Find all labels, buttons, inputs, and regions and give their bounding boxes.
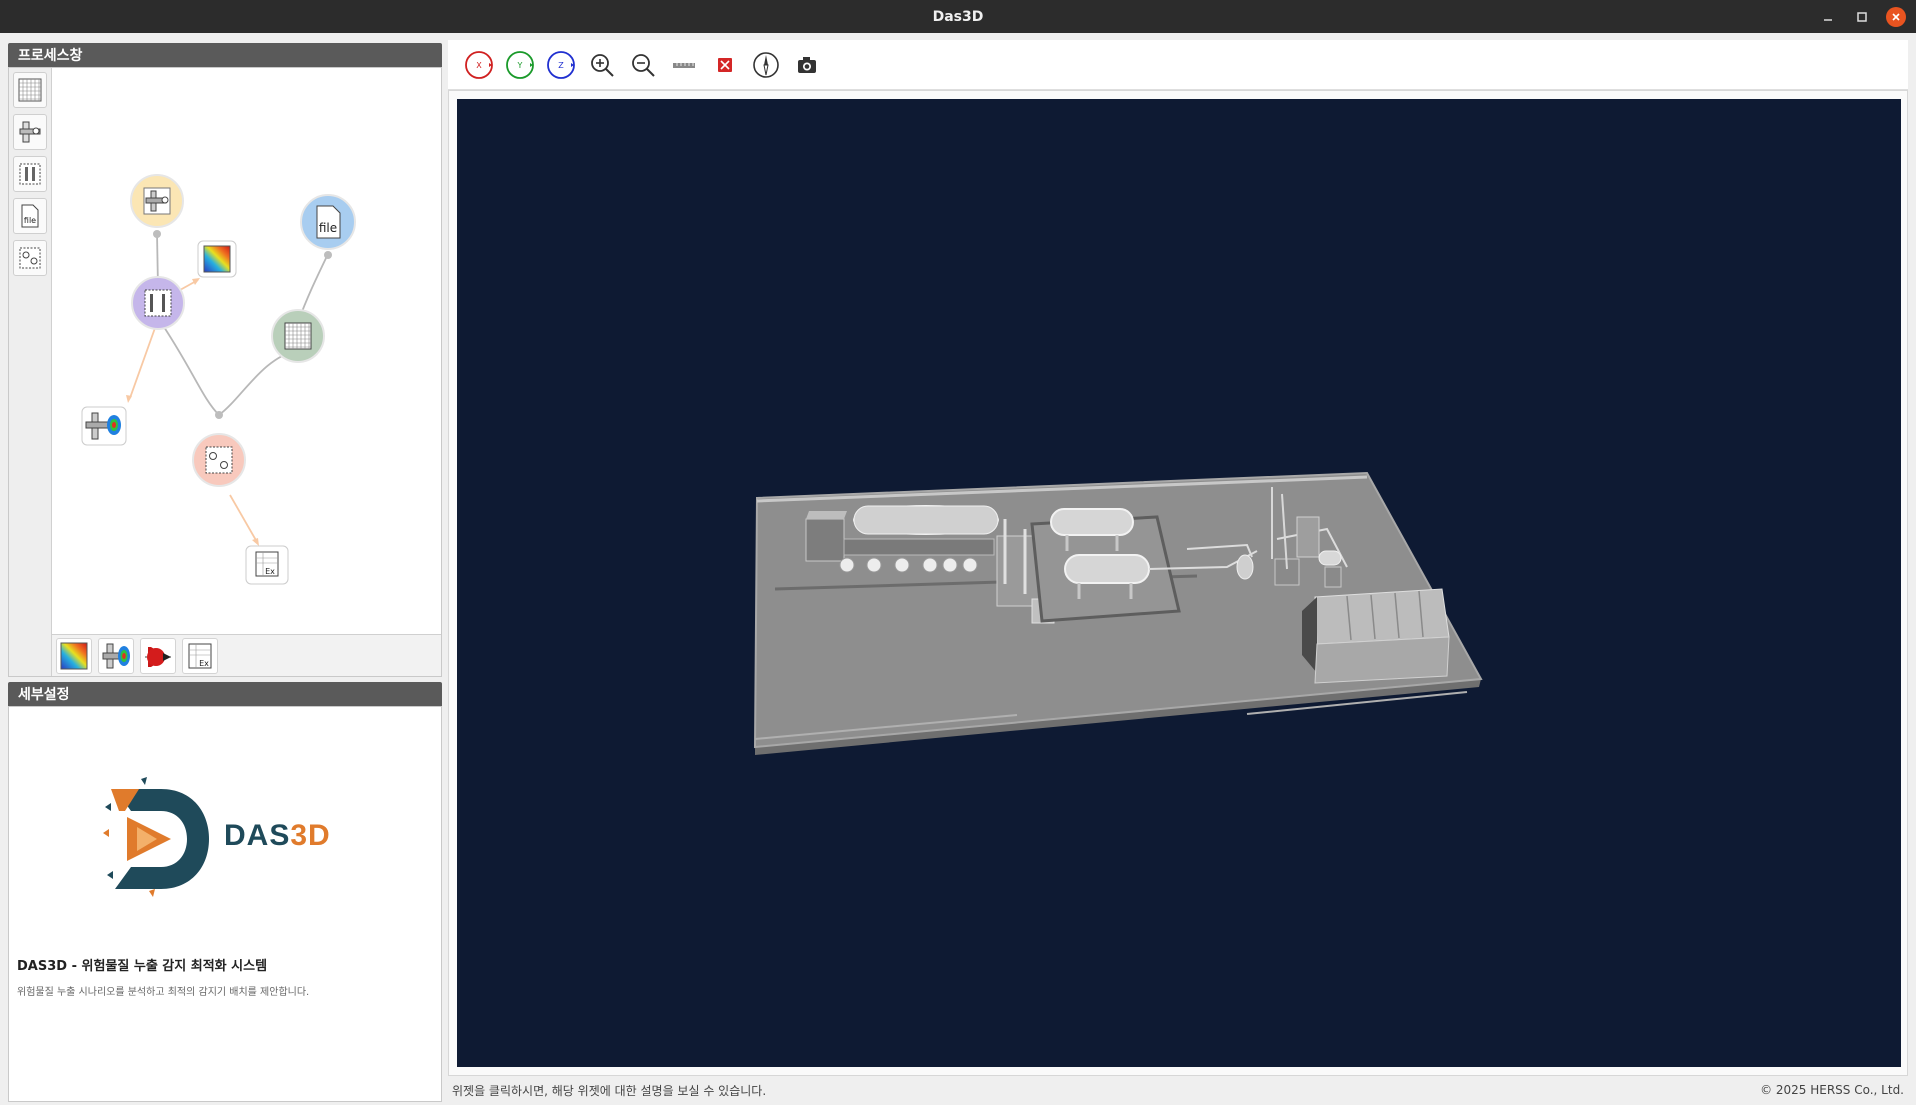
zoom-out-button[interactable] bbox=[626, 48, 660, 82]
maximize-button[interactable] bbox=[1852, 7, 1872, 27]
edge-frame-spectrum bbox=[129, 327, 156, 399]
node-heatmap[interactable] bbox=[197, 240, 237, 278]
copyright-text: © 2025 HERSS Co., Ltd. bbox=[1760, 1083, 1904, 1097]
edge-layout-excel bbox=[229, 494, 258, 543]
logo-text-das: DAS bbox=[224, 819, 291, 852]
node-file[interactable]: file bbox=[300, 194, 356, 250]
node-grid[interactable] bbox=[271, 309, 325, 363]
z-axis-button[interactable]: Z bbox=[544, 48, 578, 82]
detail-panel-title: 세부설정 bbox=[18, 687, 70, 703]
detail-panel-header: 세부설정 bbox=[8, 682, 442, 706]
plant-model bbox=[753, 471, 1483, 755]
node-spectrum[interactable] bbox=[81, 406, 127, 446]
minimize-icon bbox=[1824, 18, 1832, 21]
title-bar: Das3D bbox=[0, 0, 1916, 33]
y-axis-icon: Y bbox=[506, 50, 534, 79]
node-frame[interactable] bbox=[131, 276, 185, 330]
process-graph: file Ex bbox=[81, 174, 356, 585]
svg-text:Ex: Ex bbox=[199, 659, 209, 668]
minimize-button[interactable] bbox=[1818, 7, 1838, 27]
app-description-title: DAS3D - 위험물질 누출 감지 최적화 시스템 bbox=[17, 959, 268, 974]
droplet-icon bbox=[145, 646, 171, 667]
grid-icon bbox=[18, 78, 42, 102]
status-hint: 위젯을 클릭하시면, 해당 위젯에 대한 설명을 보실 수 있습니다. bbox=[452, 1083, 767, 1098]
clear-icon bbox=[718, 57, 732, 72]
svg-text:Z: Z bbox=[558, 61, 564, 70]
x-axis-icon: X bbox=[465, 50, 493, 79]
window-controls bbox=[1818, 0, 1906, 33]
process-canvas[interactable]: file Ex bbox=[52, 68, 441, 634]
file-tool-button[interactable]: file bbox=[13, 198, 47, 234]
pipe-tool-button[interactable] bbox=[13, 114, 47, 150]
svg-text:Ex: Ex bbox=[265, 567, 275, 576]
close-icon bbox=[1892, 12, 1900, 21]
z-axis-icon: Z bbox=[547, 50, 575, 79]
camera-button[interactable] bbox=[790, 48, 824, 82]
excel-icon: Ex bbox=[188, 643, 212, 668]
pipe-valve-icon bbox=[19, 121, 41, 143]
palette-droplet-button[interactable] bbox=[140, 637, 176, 674]
tool-column: file bbox=[9, 68, 52, 676]
node-palette: Ex bbox=[52, 634, 441, 676]
app-description-text: 위험물질 누출 시나리오를 분석하고 최적의 감지기 배치를 제안합니다. bbox=[17, 987, 310, 998]
clear-button[interactable] bbox=[708, 48, 742, 82]
palette-spectrum-button[interactable] bbox=[98, 637, 134, 674]
view-toolbar: X Y Z bbox=[448, 40, 1908, 90]
node-pipe[interactable] bbox=[130, 174, 184, 228]
close-button[interactable] bbox=[1886, 6, 1906, 27]
heatmap-icon bbox=[60, 642, 88, 669]
status-bar: 위젯을 클릭하시면, 해당 위젯에 대한 설명을 보실 수 있습니다. © 20… bbox=[448, 1078, 1908, 1102]
process-panel-title: 프로세스창 bbox=[18, 48, 83, 64]
zoom-in-button[interactable] bbox=[585, 48, 619, 82]
palette-excel-button[interactable]: Ex bbox=[182, 637, 218, 674]
svg-text:Y: Y bbox=[517, 61, 523, 70]
svg-text:file: file bbox=[24, 216, 36, 225]
camera-icon bbox=[798, 56, 816, 73]
logo-wordmark: DAS3D bbox=[224, 819, 331, 853]
layout-tool-button[interactable] bbox=[13, 240, 47, 276]
maximize-icon bbox=[1857, 11, 1867, 22]
detail-panel: DAS3D DAS3D - 위험물질 누출 감지 최적화 시스템 위험물질 누출… bbox=[8, 706, 442, 1102]
zoom-out-icon bbox=[632, 53, 655, 77]
node-excel[interactable]: Ex bbox=[245, 545, 289, 585]
svg-text:X: X bbox=[476, 61, 482, 70]
node-layout[interactable] bbox=[192, 433, 246, 487]
file-icon: file bbox=[21, 204, 39, 228]
logo-text-3d: 3D bbox=[290, 819, 331, 852]
y-axis-button[interactable]: Y bbox=[503, 48, 537, 82]
compass-button[interactable] bbox=[749, 48, 783, 82]
layout-icon bbox=[19, 247, 41, 269]
compass-icon bbox=[753, 51, 779, 78]
ruler-button[interactable] bbox=[667, 48, 701, 82]
ruler-icon bbox=[673, 62, 695, 68]
palette-heatmap-button[interactable] bbox=[56, 637, 92, 674]
frame-tool-button[interactable] bbox=[13, 156, 47, 192]
window-title: Das3D bbox=[932, 8, 984, 25]
pipe-spectrum-icon bbox=[102, 643, 130, 668]
zoom-in-icon bbox=[591, 53, 614, 77]
frame-icon bbox=[19, 163, 41, 185]
process-panel-header: 프로세스창 bbox=[8, 43, 442, 67]
grid-tool-button[interactable] bbox=[13, 72, 47, 108]
3d-viewport[interactable] bbox=[457, 99, 1901, 1067]
viewport-frame bbox=[448, 90, 1908, 1076]
svg-text:file: file bbox=[319, 221, 337, 235]
container-building bbox=[1302, 588, 1450, 684]
process-panel: file file Ex Ex bbox=[8, 67, 442, 677]
x-axis-button[interactable]: X bbox=[462, 48, 496, 82]
